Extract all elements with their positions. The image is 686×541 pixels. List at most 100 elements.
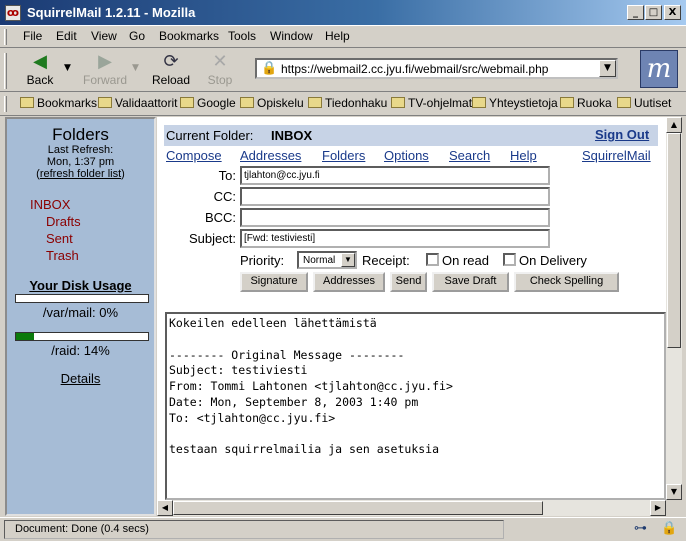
back-dropdown-icon[interactable]: ▼ bbox=[64, 63, 71, 73]
folder-drafts[interactable]: Drafts bbox=[46, 214, 81, 229]
bookmark-folder-tv-ohjelmat[interactable]: TV-ohjelmat bbox=[391, 96, 472, 110]
back-button[interactable]: ◀ Back bbox=[18, 51, 62, 89]
bookmark-menu[interactable]: Bookmarks bbox=[20, 96, 97, 110]
nav-help[interactable]: Help bbox=[510, 148, 537, 163]
folder-icon bbox=[472, 97, 486, 108]
nav-options[interactable]: Options bbox=[384, 148, 429, 163]
menu-edit[interactable]: Edit bbox=[56, 29, 77, 43]
url-dropdown-icon[interactable]: ▼ bbox=[599, 60, 616, 77]
menu-view[interactable]: View bbox=[91, 29, 117, 43]
bookmark-google[interactable]: Google bbox=[180, 96, 236, 110]
save-draft-button[interactable]: Save Draft bbox=[432, 272, 509, 292]
menu-help[interactable]: Help bbox=[325, 29, 350, 43]
check-spelling-button[interactable]: Check Spelling bbox=[514, 272, 619, 292]
menu-window[interactable]: Window bbox=[270, 29, 313, 43]
reload-button[interactable]: ⟳ Reload bbox=[149, 51, 193, 89]
menu-bookmarks[interactable]: Bookmarks bbox=[159, 29, 219, 43]
forward-dropdown-icon: ▼ bbox=[132, 63, 139, 73]
status-text: Document: Done (0.4 secs) bbox=[4, 520, 504, 539]
disk-usage-title: Your Disk Usage bbox=[29, 278, 132, 293]
bookmark-folder-yhteystietoja[interactable]: Yhteystietoja bbox=[472, 96, 558, 110]
on-delivery-label: On Delivery bbox=[519, 253, 587, 268]
maximize-button[interactable]: □ bbox=[645, 5, 662, 20]
url-text[interactable]: https://webmail2.cc.jyu.fi/webmail/src/w… bbox=[281, 62, 548, 76]
bookmark-label: Bookmarks bbox=[37, 96, 98, 110]
folder-icon bbox=[617, 97, 631, 108]
bookmark-folder-uutiset[interactable]: Uutiset bbox=[617, 96, 671, 110]
menu-go[interactable]: Go bbox=[129, 29, 145, 43]
bookmark-label: Yhteystietoja bbox=[489, 96, 558, 110]
minimize-button[interactable]: _ bbox=[627, 5, 644, 20]
folder-icon bbox=[560, 97, 574, 108]
stop-button: ✕ Stop bbox=[198, 51, 242, 89]
folder-sent[interactable]: Sent bbox=[46, 231, 73, 246]
nav-addresses[interactable]: Addresses bbox=[240, 148, 301, 163]
forward-button: ▶ Forward bbox=[83, 51, 127, 89]
reload-icon: ⟳ bbox=[163, 51, 179, 71]
subject-label: Subject: bbox=[189, 231, 236, 246]
priority-value: Normal bbox=[303, 255, 336, 266]
scroll-left-icon[interactable]: ◀ bbox=[157, 500, 173, 516]
stop-icon: ✕ bbox=[212, 51, 228, 71]
folder-trash[interactable]: Trash bbox=[46, 248, 79, 263]
folder-icon bbox=[180, 97, 194, 108]
scroll-right-icon[interactable]: ▶ bbox=[650, 500, 666, 516]
app-icon: ꝏ bbox=[5, 5, 21, 21]
addresses-button[interactable]: Addresses bbox=[313, 272, 385, 292]
horizontal-scroll-thumb[interactable] bbox=[173, 501, 543, 515]
priority-select[interactable]: Normal ▼ bbox=[297, 251, 357, 269]
squirrelmail-link[interactable]: SquirrelMail bbox=[582, 148, 651, 163]
bookmarks-icon bbox=[20, 97, 34, 108]
nav-folders[interactable]: Folders bbox=[322, 148, 365, 163]
url-bar[interactable]: 🔒 https://webmail2.cc.jyu.fi/webmail/src… bbox=[255, 58, 618, 79]
menu-file[interactable]: File bbox=[23, 29, 42, 43]
mozilla-throbber-icon[interactable]: m bbox=[640, 50, 678, 88]
priority-dropdown-icon[interactable]: ▼ bbox=[341, 253, 355, 267]
priority-label: Priority: bbox=[240, 253, 285, 268]
message-body-textarea[interactable]: Kokeilen edelleen lähettämistä -------- … bbox=[165, 312, 666, 500]
signature-button[interactable]: Signature bbox=[240, 272, 308, 292]
bookmark-folder-validaattorit[interactable]: Validaattorit bbox=[98, 96, 177, 110]
bookmark-label: Google bbox=[197, 96, 236, 110]
details-link[interactable]: Details bbox=[7, 371, 154, 386]
bcc-field[interactable] bbox=[240, 208, 550, 227]
folders-title: Folders bbox=[52, 125, 109, 144]
quota-bar-raid bbox=[15, 332, 149, 341]
bookmark-label: TV-ohjelmat bbox=[408, 96, 473, 110]
bookmark-folder-opiskelu[interactable]: Opiskelu bbox=[240, 96, 304, 110]
close-button[interactable]: X bbox=[664, 5, 681, 20]
vertical-scroll-thumb[interactable] bbox=[667, 133, 681, 348]
nav-compose[interactable]: Compose bbox=[166, 148, 222, 163]
folder-icon bbox=[240, 97, 254, 108]
quota-label-raid: /raid: 14% bbox=[51, 343, 110, 358]
current-folder-label: Current Folder: bbox=[166, 128, 254, 143]
on-delivery-checkbox[interactable] bbox=[503, 253, 516, 266]
nav-search[interactable]: Search bbox=[449, 148, 490, 163]
to-field[interactable]: tjlahton@cc.jyu.fi bbox=[240, 166, 550, 185]
sign-out-link[interactable]: Sign Out bbox=[595, 127, 649, 142]
menu-tools[interactable]: Tools bbox=[228, 29, 256, 43]
to-label: To: bbox=[218, 168, 236, 183]
forward-arrow-icon: ▶ bbox=[98, 51, 112, 71]
toolbar-grip bbox=[4, 53, 7, 89]
bookmark-folder-tiedonhaku[interactable]: Tiedonhaku bbox=[308, 96, 387, 110]
scroll-corner bbox=[666, 500, 682, 516]
send-button[interactable]: Send bbox=[390, 272, 427, 292]
back-label: Back bbox=[26, 73, 54, 87]
refresh-folder-list: (refresh folder list) bbox=[7, 168, 154, 180]
window-title: SquirrelMail 1.2.11 - Mozilla bbox=[27, 5, 196, 20]
scroll-up-icon[interactable]: ▲ bbox=[666, 117, 682, 133]
scroll-down-icon[interactable]: ▼ bbox=[666, 484, 682, 500]
security-lock-icon[interactable]: 🔒 bbox=[661, 521, 677, 536]
folder-icon bbox=[391, 97, 405, 108]
menu-grip bbox=[4, 29, 7, 45]
refresh-folder-list-link[interactable]: refresh folder list bbox=[40, 168, 121, 180]
cc-field[interactable] bbox=[240, 187, 550, 206]
connection-icon: ⊶ bbox=[634, 521, 647, 536]
subject-field[interactable]: [Fwd: testiviesti] bbox=[240, 229, 550, 248]
back-arrow-icon: ◀ bbox=[33, 51, 47, 71]
on-read-checkbox[interactable] bbox=[426, 253, 439, 266]
folder-inbox[interactable]: INBOX bbox=[30, 197, 70, 212]
message-body-text[interactable]: Kokeilen edelleen lähettämistä -------- … bbox=[169, 316, 453, 458]
bookmark-folder-ruoka[interactable]: Ruoka bbox=[560, 96, 612, 110]
